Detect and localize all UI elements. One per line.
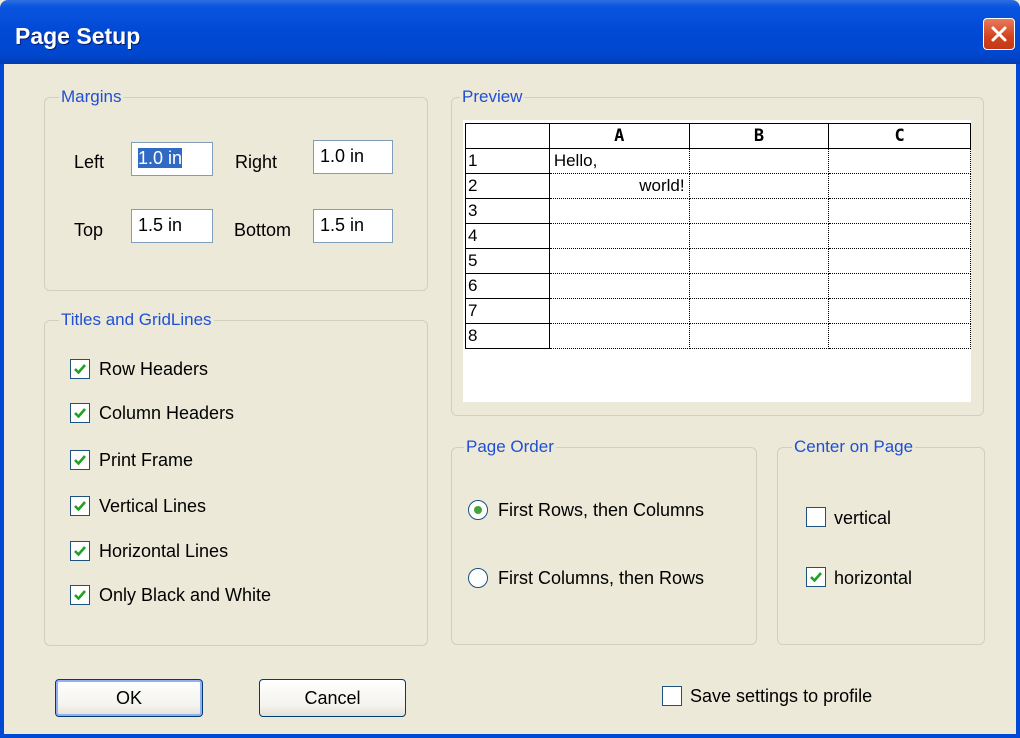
checkbox-box[interactable] (70, 359, 90, 379)
margins-group: Margins (44, 86, 428, 291)
ok-button[interactable]: OK (55, 679, 203, 717)
checkbox-label: Row Headers (99, 359, 209, 379)
page-order-legend: Page Order (464, 436, 556, 458)
checkbox-label: Print Frame (99, 450, 194, 470)
center-legend: Center on Page (792, 436, 916, 458)
checkmark-icon (74, 546, 86, 557)
row-header: 6 (465, 273, 550, 299)
preview-sheet: A B C 1 Hello, 2 world! 3 4 5 6 7 8 (463, 120, 971, 402)
checkbox-box[interactable] (70, 450, 90, 470)
column-header: B (688, 123, 830, 149)
radio-label: First Columns, then Rows (498, 568, 705, 588)
center-on-page-group: Center on Page (777, 436, 985, 645)
checkbox-box[interactable] (70, 403, 90, 423)
checkbox-box[interactable] (806, 507, 826, 527)
checkbox-box[interactable] (662, 686, 682, 706)
radio-button[interactable] (468, 500, 488, 520)
checkbox-label: Horizontal Lines (99, 541, 229, 561)
checkbox-box[interactable] (70, 496, 90, 516)
corner-cell (465, 123, 550, 149)
checkbox-label: Column Headers (99, 403, 235, 423)
cancel-button[interactable]: Cancel (259, 679, 406, 717)
checkbox-label: Only Black and White (99, 585, 272, 605)
checkmark-icon (74, 455, 86, 466)
row-header: 1 (465, 148, 550, 174)
top-margin-label: Top (74, 220, 104, 240)
checkbox-box[interactable] (70, 541, 90, 561)
checkbox-label: vertical (834, 508, 892, 528)
row-header: 4 (465, 223, 550, 249)
row-header: 8 (465, 323, 550, 349)
margins-legend: Margins (59, 86, 124, 108)
titles-legend: Titles and GridLines (59, 309, 214, 331)
row-header: 3 (465, 198, 550, 224)
checkmark-icon (74, 590, 86, 601)
row-header: 7 (465, 298, 550, 324)
row-header: 5 (465, 248, 550, 274)
cell-a2: world! (549, 173, 690, 199)
radio-button[interactable] (468, 568, 488, 588)
bottom-margin-input[interactable]: 1.5 in (313, 209, 393, 243)
close-button[interactable] (983, 18, 1015, 50)
left-margin-input[interactable]: 1.0 in (131, 142, 213, 176)
checkmark-icon (74, 408, 86, 419)
checkbox-box[interactable] (806, 567, 826, 587)
checkbox-label: Save settings to profile (690, 686, 873, 706)
preview-table: A B C 1 Hello, 2 world! 3 4 5 6 7 8 (465, 123, 971, 349)
bottom-margin-label: Bottom (234, 220, 292, 240)
checkmark-icon (810, 572, 822, 583)
top-margin-input[interactable]: 1.5 in (131, 209, 213, 243)
right-margin-input[interactable]: 1.0 in (313, 140, 393, 174)
preview-legend: Preview (460, 86, 525, 108)
left-margin-label: Left (74, 152, 105, 172)
row-header: 2 (465, 173, 550, 199)
radio-dot-icon (474, 506, 482, 514)
right-margin-label: Right (235, 152, 278, 172)
radio-label: First Rows, then Columns (498, 500, 705, 520)
close-icon (991, 26, 1007, 42)
checkbox-label: horizontal (834, 568, 913, 588)
page-order-group: Page Order (451, 436, 757, 645)
window-title: Page Setup (15, 23, 141, 49)
checkmark-icon (74, 364, 86, 375)
title-bar[interactable]: Page Setup (0, 0, 1020, 64)
cell-a1: Hello, (549, 148, 690, 174)
checkmark-icon (74, 501, 86, 512)
column-header: A (548, 123, 690, 149)
checkbox-label: Vertical Lines (99, 496, 207, 516)
checkbox-box[interactable] (70, 585, 90, 605)
page-setup-dialog: Page Setup Margins Left 1.0 in Right 1.0… (0, 0, 1020, 738)
column-header: C (828, 123, 971, 149)
